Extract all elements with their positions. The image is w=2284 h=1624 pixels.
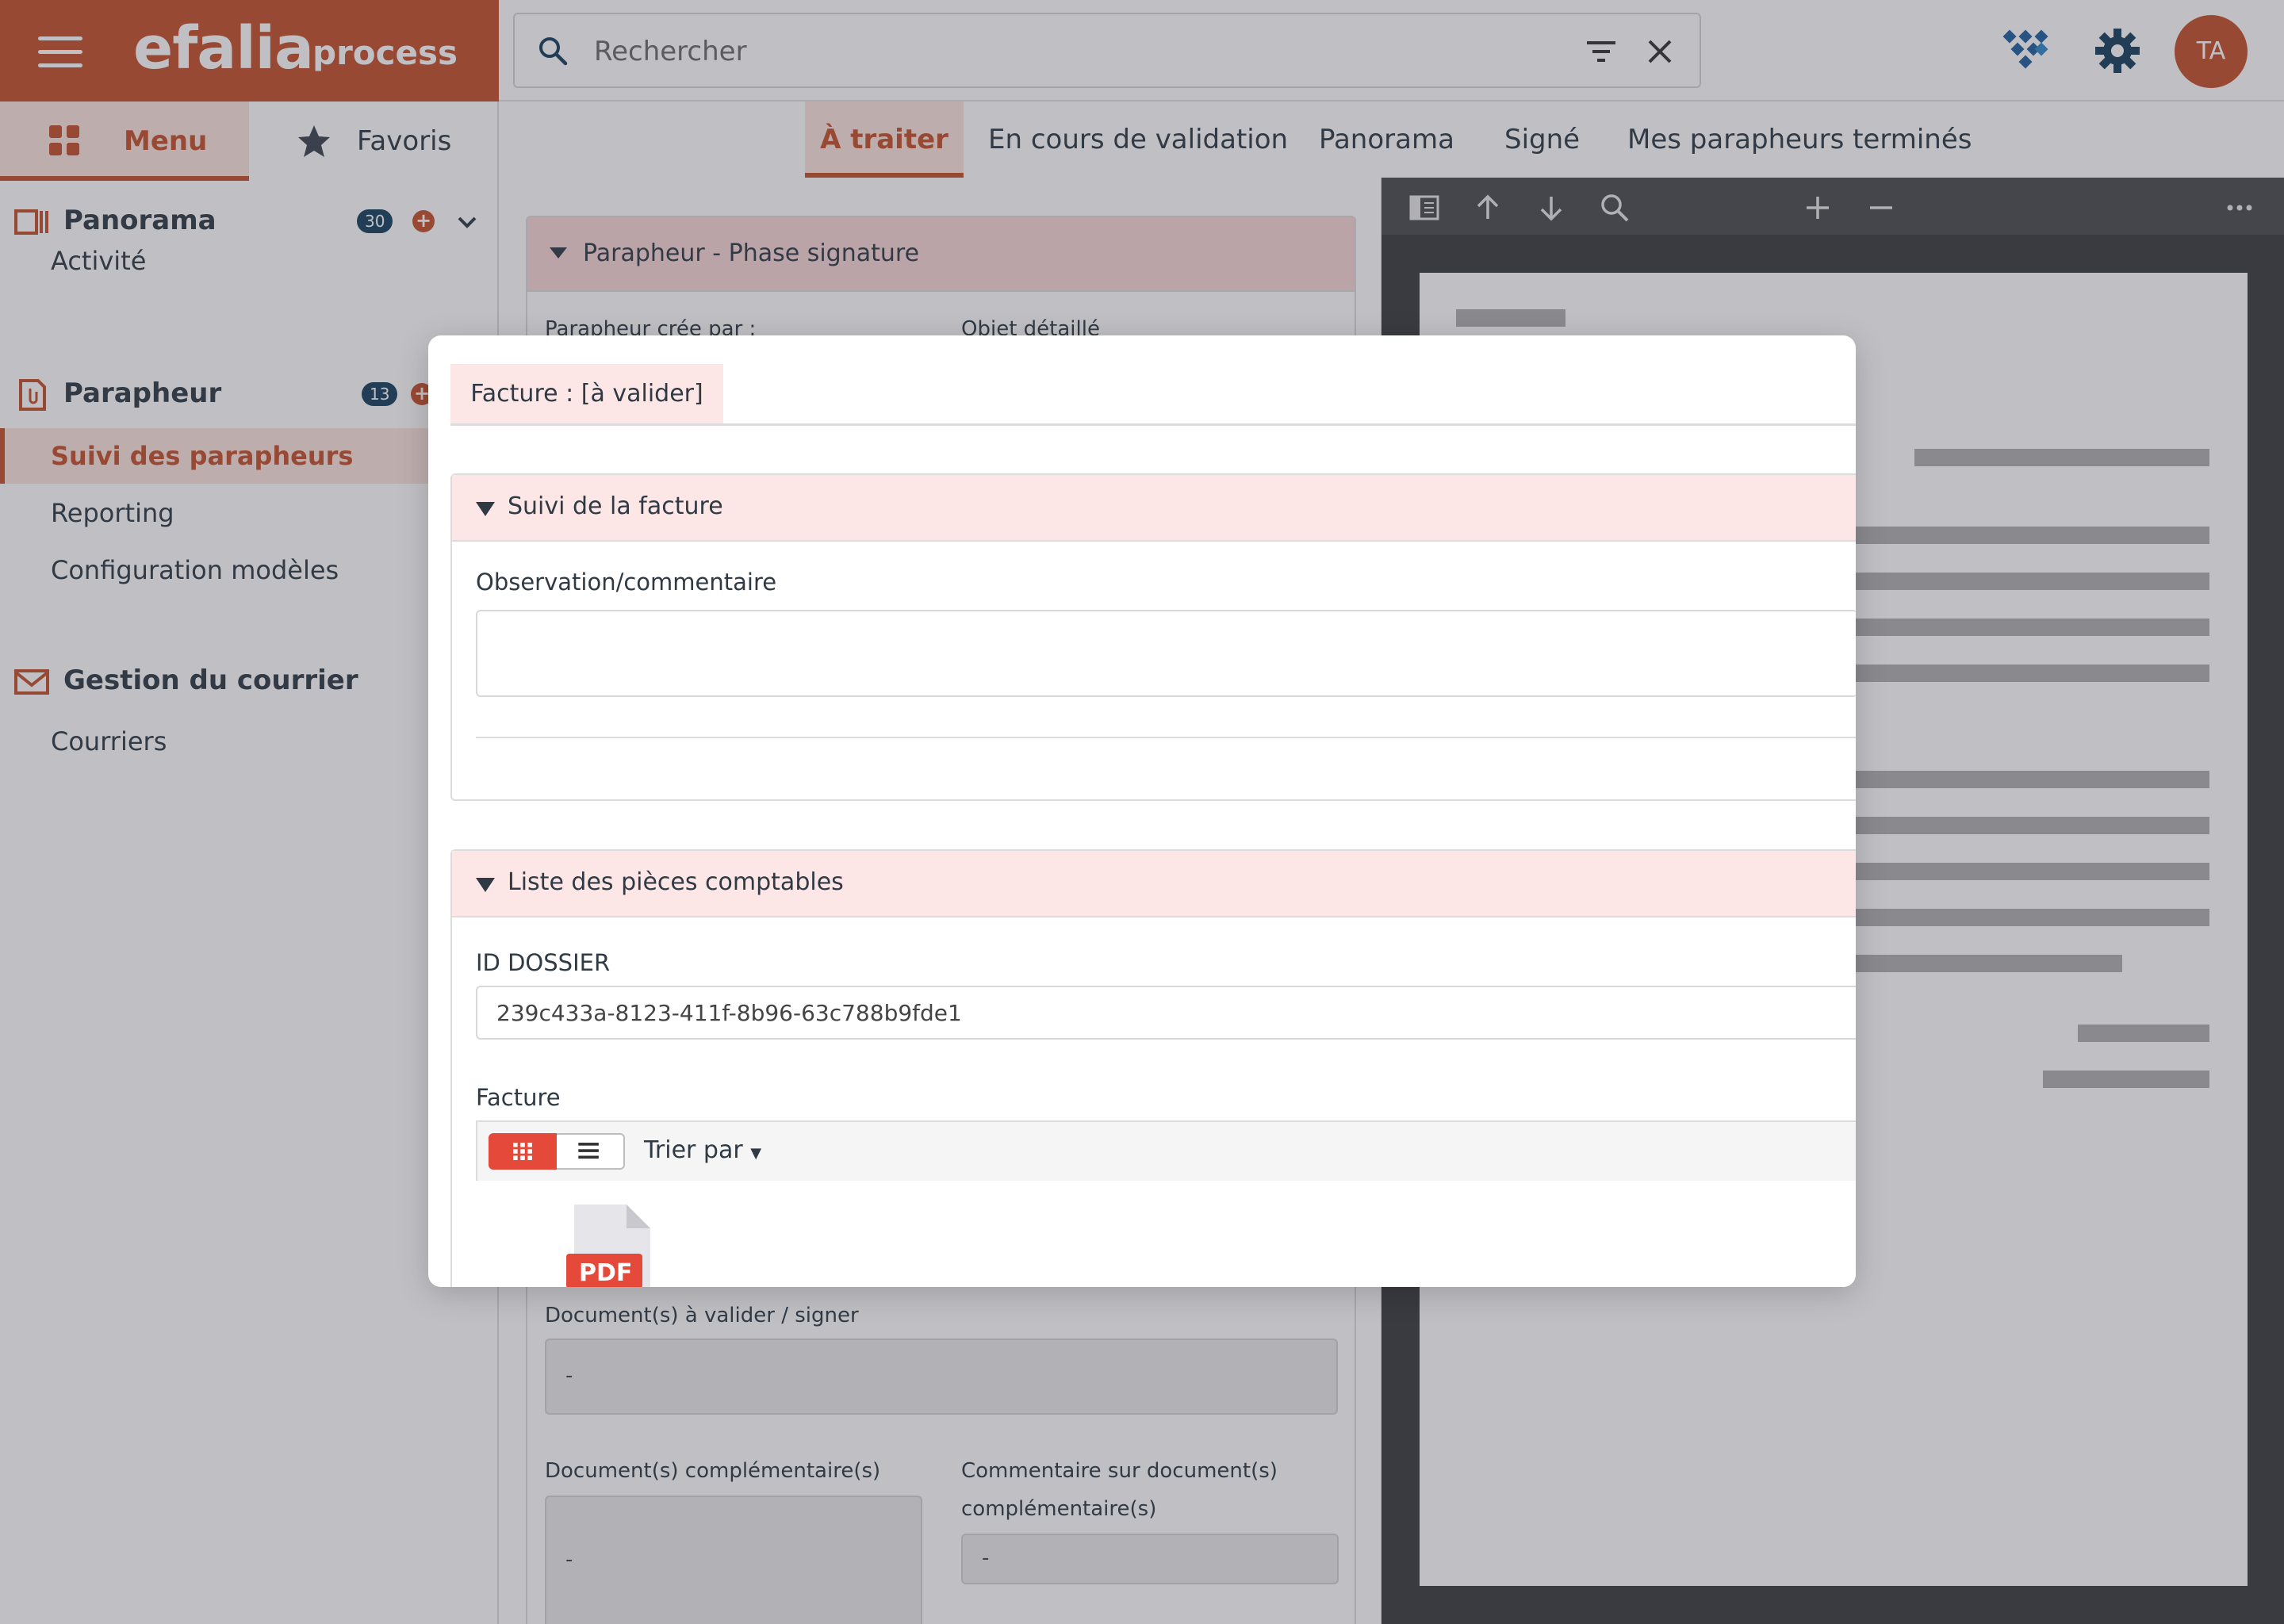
sort-dropdown[interactable]: Trier par ▼ — [644, 1136, 761, 1164]
id-dossier-field[interactable]: 239c433a-8123-411f-8b96-63c788b9fde1 — [476, 986, 1856, 1040]
observation-textarea[interactable] — [476, 610, 1856, 697]
facture-modal: Facture : [à valider] Suivi de la factur… — [428, 335, 1856, 1287]
pdf-file-badge: PDF — [579, 1259, 633, 1287]
section-title: Liste des pièces comptables — [508, 868, 844, 896]
id-dossier-value: 239c433a-8123-411f-8b96-63c788b9fde1 — [496, 1000, 962, 1026]
grid-view-button[interactable] — [489, 1133, 557, 1170]
caret-down-icon — [476, 502, 495, 516]
list-icon — [578, 1143, 599, 1159]
grid-icon — [513, 1143, 532, 1160]
id-dossier-label: ID DOSSIER — [476, 949, 611, 976]
modal-tab-facture[interactable]: Facture : [à valider] — [450, 364, 723, 424]
file-browser-toolbar: Trier par ▼ — [476, 1120, 1856, 1181]
observation-label: Observation/commentaire — [476, 569, 777, 596]
list-view-button[interactable] — [557, 1133, 625, 1170]
caret-down-icon — [476, 878, 495, 892]
section-divider — [476, 737, 1856, 738]
section-suivi-header[interactable]: Suivi de la facture — [452, 475, 1856, 542]
tab-divider — [450, 423, 1856, 426]
facture-label: Facture — [476, 1084, 561, 1111]
caret-down-icon: ▼ — [750, 1145, 762, 1162]
section-title: Suivi de la facture — [508, 492, 723, 520]
section-suivi-facture: Suivi de la facture Observation/commenta… — [450, 473, 1856, 801]
sort-label: Trier par — [644, 1136, 743, 1164]
section-pieces-comptables: Liste des pièces comptables ID DOSSIER 2… — [450, 849, 1856, 1287]
section-pieces-header[interactable]: Liste des pièces comptables — [452, 851, 1856, 917]
